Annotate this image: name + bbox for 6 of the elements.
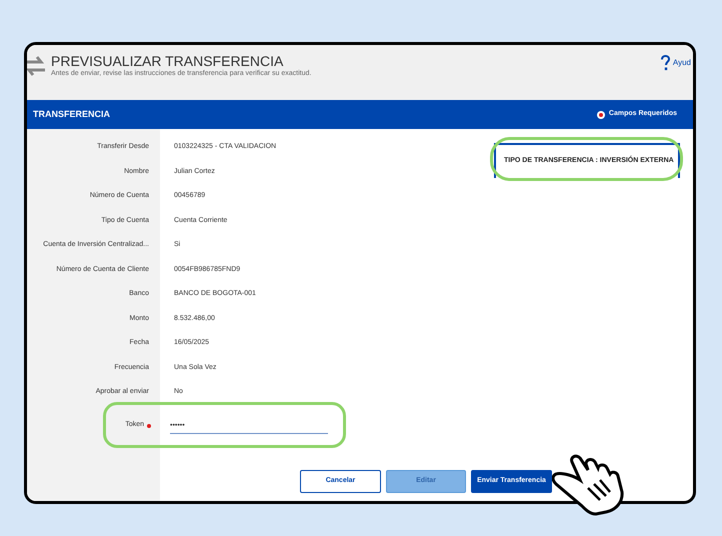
transfer-arrows-icon (27, 55, 45, 77)
section-title: TRANSFERENCIA (33, 108, 110, 121)
help-icon[interactable] (660, 55, 670, 71)
page-title: PREVISUALIZAR TRANSFERENCIA (51, 53, 284, 69)
help-link[interactable]: Ayud (672, 57, 691, 69)
required-icon (596, 110, 605, 118)
